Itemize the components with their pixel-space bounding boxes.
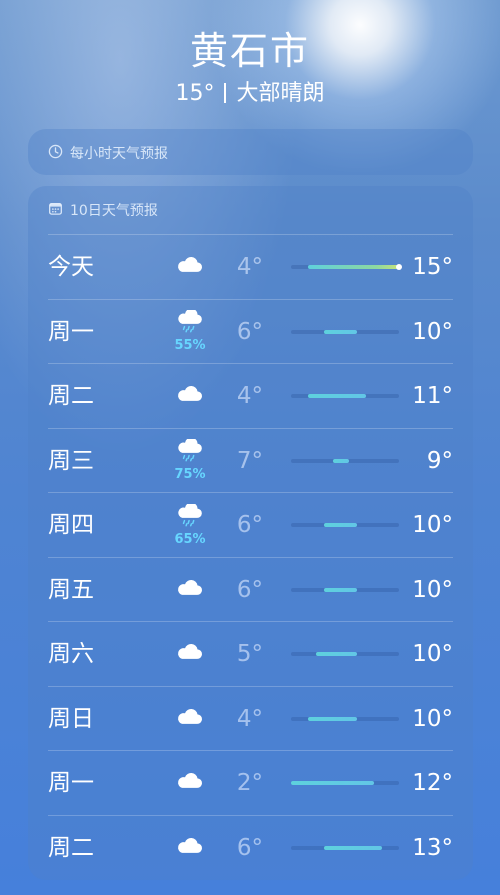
high-temperature: 10° (412, 512, 453, 538)
forecast-row[interactable]: 周一 55% 6° 10° (48, 298, 453, 364)
cloud-icon (174, 253, 206, 281)
temperature-range-bar (291, 781, 375, 785)
temperature-range-bar (324, 523, 358, 527)
precipitation-chance: 55% (174, 338, 206, 353)
weather-icon-group: 75% (166, 429, 214, 493)
high-temperature: 12° (412, 770, 453, 796)
low-temperature: 5° (236, 641, 263, 667)
forecast-row[interactable]: 周六 5° 10° (48, 621, 453, 686)
cloud-icon (174, 382, 206, 410)
day-label: 周二 (48, 383, 94, 409)
weather-icon-group (166, 816, 214, 880)
current-temperature: 15° (175, 81, 215, 106)
temperature-range-bar (315, 652, 358, 656)
hourly-forecast-title: 每小时天气预报 (70, 146, 168, 162)
forecast-row[interactable]: 周二 4° 11° (48, 363, 453, 428)
temperature-range-bar (307, 716, 358, 721)
temperature-range-track (291, 264, 402, 270)
day-label: 周五 (48, 576, 94, 603)
cloud-icon (174, 640, 206, 668)
weather-icon-group (166, 364, 214, 428)
cloud-icon (174, 576, 206, 604)
day-label: 周日 (48, 705, 94, 732)
low-temperature: 6° (236, 834, 263, 861)
forecast-row[interactable]: 周三 75% 7° 9° (48, 427, 453, 493)
temperature-range-track (291, 394, 399, 398)
low-temperature: 4° (236, 705, 263, 732)
temperature-range-bar (332, 458, 350, 463)
temperature-range-bar (324, 329, 358, 334)
rain-icon (174, 308, 206, 338)
ten-day-forecast-card[interactable]: 10日天气预报 今天 4° 15° 周一 55% 6° 10° 周二 4° 11° 周三 75% 7° 9… (28, 186, 473, 880)
low-temperature: 7° (236, 447, 263, 474)
temperature-range-bar (307, 394, 366, 398)
separator (224, 83, 227, 103)
precipitation-chance: 65% (174, 531, 206, 547)
high-temperature: 15° (412, 254, 453, 280)
low-temperature: 4° (236, 383, 263, 409)
forecast-row[interactable]: 周四 65% 6° 10° (48, 492, 453, 557)
ten-day-forecast-header: 10日天气预报 (48, 200, 158, 220)
low-temperature: 4° (236, 254, 263, 280)
day-label: 周四 (48, 512, 94, 538)
weather-icon-group (166, 235, 214, 299)
rain-icon (174, 437, 206, 467)
low-temperature: 6° (236, 512, 263, 538)
day-label: 周三 (48, 447, 94, 474)
high-temperature: 10° (412, 705, 453, 732)
low-temperature: 6° (236, 318, 263, 345)
cloud-icon (174, 705, 206, 733)
temperature-range-track (291, 458, 399, 463)
temperature-range-track (291, 329, 399, 334)
forecast-row[interactable]: 周五 6° 10° (48, 556, 453, 622)
temperature-range-track (291, 523, 399, 527)
high-temperature: 13° (412, 834, 453, 861)
day-label: 今天 (48, 254, 94, 280)
weather-icon-group (166, 622, 214, 686)
forecast-row[interactable]: 周二 6° 13° (48, 814, 453, 880)
weather-icon-group (166, 687, 214, 751)
forecast-row[interactable]: 周日 4° 10° (48, 685, 453, 751)
calendar-icon (48, 201, 63, 220)
hourly-forecast-header: 每小时天气预报 (48, 143, 168, 163)
rain-icon (174, 501, 206, 532)
low-temperature: 2° (236, 770, 263, 796)
cloud-icon (174, 834, 206, 862)
temperature-range-track (291, 781, 399, 785)
current-temperature-marker (396, 264, 402, 270)
precipitation-chance: 75% (174, 467, 206, 482)
weather-icon-group (166, 751, 214, 815)
city-name: 黄石市 (189, 29, 310, 73)
temperature-range-bar (324, 587, 358, 592)
weather-icon-group: 65% (166, 493, 214, 557)
temperature-range-bar (307, 265, 399, 269)
day-label: 周六 (48, 641, 94, 667)
low-temperature: 6° (236, 576, 263, 603)
weather-icon-group (166, 558, 214, 622)
high-temperature: 10° (412, 641, 453, 667)
day-label: 周一 (48, 318, 94, 345)
cloud-icon (174, 769, 206, 797)
hourly-forecast-card[interactable]: 每小时天气预报 (28, 129, 473, 175)
current-conditions: 15° 大部晴朗 (0, 75, 500, 107)
condition-text: 大部晴朗 (236, 81, 325, 106)
ten-day-forecast-title: 10日天气预报 (70, 203, 158, 219)
forecast-row[interactable]: 周一 2° 12° (48, 750, 453, 815)
temperature-range-track (291, 716, 399, 721)
temperature-range-track (291, 652, 399, 656)
weather-icon-group: 55% (166, 300, 214, 364)
high-temperature: 10° (412, 576, 453, 603)
temperature-range-track (291, 845, 399, 850)
temperature-range-bar (324, 845, 383, 850)
forecast-row[interactable]: 今天 4° 15° (48, 234, 453, 299)
clock-icon (48, 144, 63, 163)
day-label: 周一 (48, 770, 94, 796)
high-temperature: 10° (412, 318, 453, 345)
high-temperature: 11° (412, 383, 453, 409)
day-label: 周二 (48, 834, 94, 861)
temperature-range-track (291, 587, 399, 592)
high-temperature: 9° (426, 447, 453, 474)
